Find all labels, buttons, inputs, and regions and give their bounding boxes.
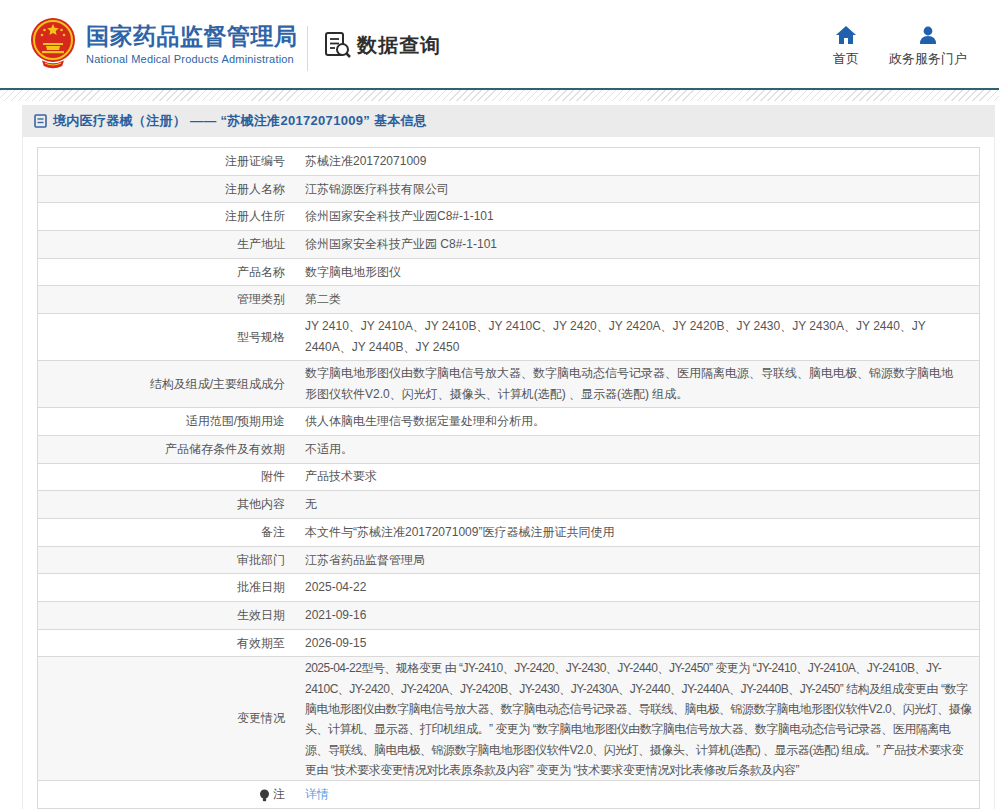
row-value: 数字脑电地形图仪由数字脑电信号放大器、数字脑电动态信号记录器、医用隔离电源、导联… <box>285 361 979 407</box>
content-card: 境内医疗器械（注册） —— “苏械注准20172071009” 基本信息 注册证… <box>22 105 995 809</box>
table-row: 批准日期2025-04-22 <box>38 574 979 602</box>
row-label: 注册证编号 <box>38 148 285 175</box>
row-label: 适用范围/预期用途 <box>38 408 285 435</box>
table-row: 结构及组成/主要组成成分数字脑电地形图仪由数字脑电信号放大器、数字脑电动态信号记… <box>38 361 979 408</box>
row-label: 管理类别 <box>38 286 285 313</box>
table-row: 注册人名称江苏锦源医疗科技有限公司 <box>38 176 979 204</box>
table-row: 其他内容无 <box>38 491 979 519</box>
row-label: 产品名称 <box>38 259 285 286</box>
table-row: 产品储存条件及有效期不适用。 <box>38 436 979 464</box>
row-value: 无 <box>285 491 979 518</box>
info-table: 注册证编号苏械注准20172071009 注册人名称江苏锦源医疗科技有限公司 注… <box>37 147 980 809</box>
site-header: 国家药品监督管理局 National Medical Products Admi… <box>0 0 999 88</box>
row-value: 2026-09-15 <box>285 630 979 657</box>
table-row: 管理类别第二类 <box>38 286 979 314</box>
row-value: 2025-04-22 <box>285 574 979 601</box>
table-row: 生效日期2021-09-16 <box>38 602 979 630</box>
row-value: 2025-04-22型号、规格变更 由 “JY-2410、JY-2420、JY-… <box>285 657 979 780</box>
row-value: 本文件与“苏械注准20172071009”医疗器械注册证共同使用 <box>285 519 979 546</box>
header-divider <box>307 26 308 71</box>
table-row: 有效期至2026-09-15 <box>38 630 979 658</box>
header-nav: 首页 政务服务门户 <box>833 25 967 68</box>
home-icon <box>835 25 857 45</box>
row-label: 其他内容 <box>38 491 285 518</box>
table-row: 注册证编号苏械注准20172071009 <box>38 148 979 176</box>
row-label: 型号规格 <box>38 314 285 360</box>
user-icon <box>917 25 939 45</box>
page-title-icon <box>34 114 47 128</box>
note-label: 注 <box>273 784 285 805</box>
table-row-note: 注 详情 <box>38 781 979 808</box>
row-value: 江苏锦源医疗科技有限公司 <box>285 176 979 203</box>
row-label: 附件 <box>38 464 285 491</box>
row-value: 供人体脑电生理信号数据定量处理和分析用。 <box>285 408 979 435</box>
nav-portal[interactable]: 政务服务门户 <box>889 25 967 68</box>
brand-subtitle: National Medical Products Administration <box>86 53 298 65</box>
row-value: 2021-09-16 <box>285 602 979 629</box>
nav-home[interactable]: 首页 <box>833 25 859 68</box>
table-row-change: 变更情况2025-04-22型号、规格变更 由 “JY-2410、JY-2420… <box>38 657 979 781</box>
row-label: 注册人名称 <box>38 176 285 203</box>
section-title: 数据查询 <box>324 31 441 59</box>
table-row: 适用范围/预期用途供人体脑电生理信号数据定量处理和分析用。 <box>38 408 979 436</box>
table-row: 注册人住所徐州国家安全科技产业园C8#-1-101 <box>38 203 979 231</box>
row-label: 注册人住所 <box>38 203 285 230</box>
section-title-label: 数据查询 <box>357 32 441 59</box>
page-title-bar: 境内医疗器械（注册） —— “苏械注准20172071009” 基本信息 <box>23 105 994 137</box>
row-label: 批准日期 <box>38 574 285 601</box>
page-title: 境内医疗器械（注册） —— “苏械注准20172071009” 基本信息 <box>53 112 427 130</box>
row-label: 有效期至 <box>38 630 285 657</box>
data-query-icon <box>324 31 352 59</box>
row-label: 审批部门 <box>38 547 285 574</box>
row-value: 江苏省药品监督管理局 <box>285 547 979 574</box>
row-value: 徐州国家安全科技产业园C8#-1-101 <box>285 203 979 230</box>
hatch-band <box>0 90 999 101</box>
table-row: 审批部门江苏省药品监督管理局 <box>38 547 979 575</box>
table-row: 型号规格JY 2410、JY 2410A、JY 2410B、JY 2410C、J… <box>38 314 979 361</box>
row-label: 变更情况 <box>38 657 285 780</box>
row-label: 结构及组成/主要组成成分 <box>38 361 285 407</box>
row-value: 产品技术要求 <box>285 464 979 491</box>
row-value: 徐州国家安全科技产业园 C8#-1-101 <box>285 231 979 258</box>
row-label: 生效日期 <box>38 602 285 629</box>
table-row: 产品名称数字脑电地形图仪 <box>38 259 979 287</box>
row-value: 苏械注准20172071009 <box>285 148 979 175</box>
detail-link[interactable]: 详情 <box>305 784 329 805</box>
nav-home-label: 首页 <box>833 50 859 68</box>
note-bulb-icon <box>259 789 270 802</box>
nav-portal-label: 政务服务门户 <box>889 50 967 68</box>
table-row: 生产地址徐州国家安全科技产业园 C8#-1-101 <box>38 231 979 259</box>
table-row: 备注本文件与“苏械注准20172071009”医疗器械注册证共同使用 <box>38 519 979 547</box>
row-value: JY 2410、JY 2410A、JY 2410B、JY 2410C、JY 24… <box>285 314 979 360</box>
brand: 国家药品监督管理局 National Medical Products Admi… <box>30 17 298 71</box>
table-row: 附件产品技术要求 <box>38 464 979 492</box>
row-label: 产品储存条件及有效期 <box>38 436 285 463</box>
row-label: 注 <box>38 781 285 808</box>
row-label: 生产地址 <box>38 231 285 258</box>
row-value: 数字脑电地形图仪 <box>285 259 979 286</box>
national-emblem-icon <box>30 17 76 71</box>
row-value: 第二类 <box>285 286 979 313</box>
row-label: 备注 <box>38 519 285 546</box>
row-value: 不适用。 <box>285 436 979 463</box>
brand-title: 国家药品监督管理局 <box>86 23 298 50</box>
